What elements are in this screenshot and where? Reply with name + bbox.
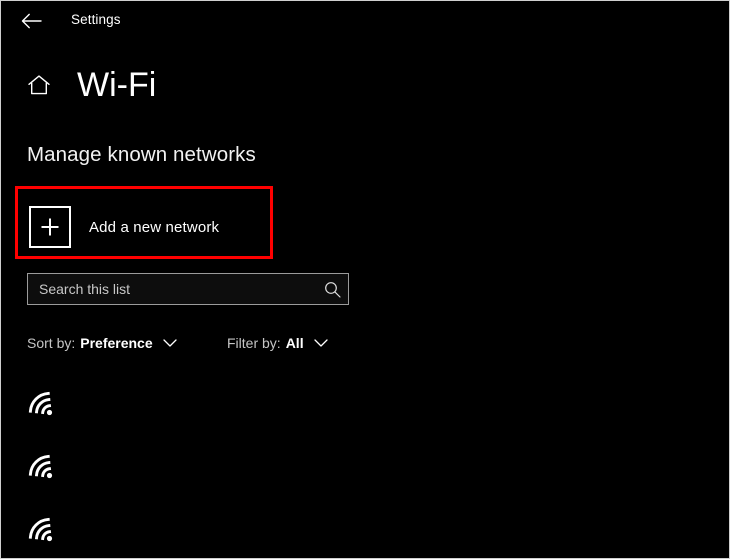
add-a-new-network-button[interactable]: Add a new network xyxy=(25,200,265,254)
wifi-signal-icon xyxy=(25,514,59,548)
sort-by-value: Preference xyxy=(80,335,153,351)
plus-icon xyxy=(29,206,71,248)
search-box[interactable] xyxy=(27,273,349,305)
title-bar: Settings xyxy=(1,1,729,41)
sort-by-label: Sort by: xyxy=(27,335,76,351)
page-header: Wi-Fi xyxy=(1,63,401,109)
home-icon[interactable] xyxy=(25,71,53,99)
sort-by-dropdown[interactable]: Sort by: Preference xyxy=(27,331,177,355)
known-networks-list xyxy=(1,379,729,558)
add-a-new-network-label: Add a new network xyxy=(89,218,220,236)
list-controls: Sort by: Preference Filter by: All xyxy=(27,331,427,357)
back-arrow-icon xyxy=(21,13,42,29)
window-title: Settings xyxy=(71,12,121,27)
list-item[interactable] xyxy=(25,505,325,557)
filter-by-dropdown[interactable]: Filter by: All xyxy=(227,331,328,355)
settings-wifi-window: Settings Wi-Fi Manage known networks Add… xyxy=(0,0,730,559)
list-item[interactable] xyxy=(25,379,325,431)
search-input[interactable] xyxy=(28,274,316,304)
wifi-signal-icon xyxy=(25,451,59,485)
chevron-down-icon xyxy=(313,338,328,348)
wifi-signal-icon xyxy=(25,388,59,422)
section-heading: Manage known networks xyxy=(27,143,256,166)
filter-by-value: All xyxy=(285,335,304,351)
filter-by-label: Filter by: xyxy=(227,335,281,351)
page-title: Wi-Fi xyxy=(77,66,157,104)
back-button[interactable] xyxy=(15,6,47,36)
search-icon[interactable] xyxy=(316,274,348,304)
list-item[interactable] xyxy=(25,442,325,494)
chevron-down-icon xyxy=(162,338,177,348)
